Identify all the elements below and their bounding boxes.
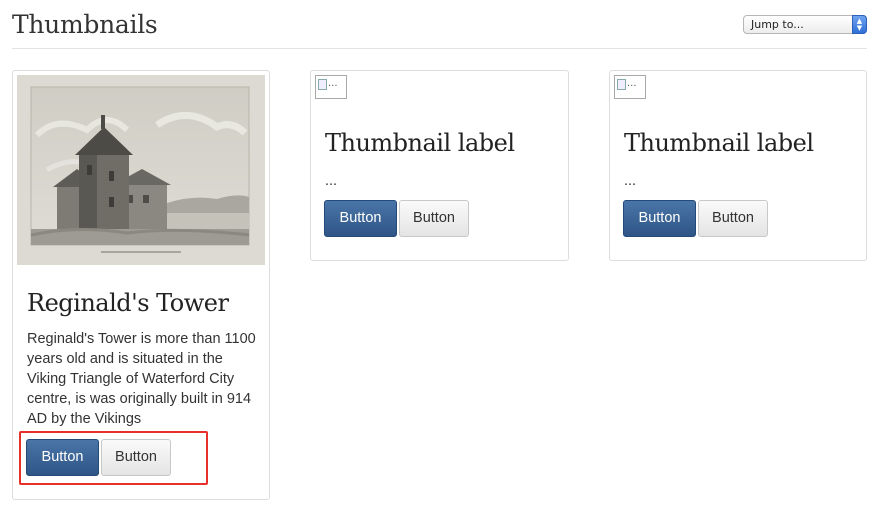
image-alt-text: ...	[328, 78, 338, 89]
image-alt-text: ...	[627, 78, 637, 89]
tower-engraving	[17, 75, 265, 265]
tower-image	[17, 75, 265, 265]
primary-button[interactable]: Button	[623, 200, 696, 237]
default-button[interactable]: Button	[101, 439, 171, 476]
page-title: Thumbnails	[12, 10, 158, 39]
card-description: ...	[325, 173, 338, 189]
default-button[interactable]: Button	[399, 200, 469, 237]
default-button[interactable]: Button	[698, 200, 768, 237]
primary-button[interactable]: Button	[324, 200, 397, 237]
image-placeholder-glyph	[318, 79, 327, 90]
card-description: Reginald's Tower is more than 1100 years…	[27, 331, 256, 427]
jump-to-select-value: Jump to...	[751, 18, 804, 31]
card-title: Thumbnail label	[624, 129, 814, 157]
select-arrows-icon: ▲ ▼	[852, 15, 867, 34]
thumbnail-card: ... Thumbnail label ... Button Button	[609, 70, 867, 261]
card-title: Reginald's Tower	[27, 289, 229, 317]
card-description: ...	[624, 173, 637, 189]
card-title: Thumbnail label	[325, 129, 515, 157]
image-placeholder-glyph	[617, 79, 626, 90]
broken-image-icon: ...	[315, 75, 347, 99]
thumbnail-card: ... Thumbnail label ... Button Button	[310, 70, 569, 261]
jump-to-select[interactable]: Jump to... ▲ ▼	[743, 15, 867, 34]
broken-image-icon: ...	[614, 75, 646, 99]
thumbnail-card: Reginald's Tower Reginald's Tower is mor…	[12, 70, 270, 500]
primary-button[interactable]: Button	[26, 439, 99, 476]
page-header: Thumbnails Jump to... ▲ ▼	[12, 8, 867, 49]
